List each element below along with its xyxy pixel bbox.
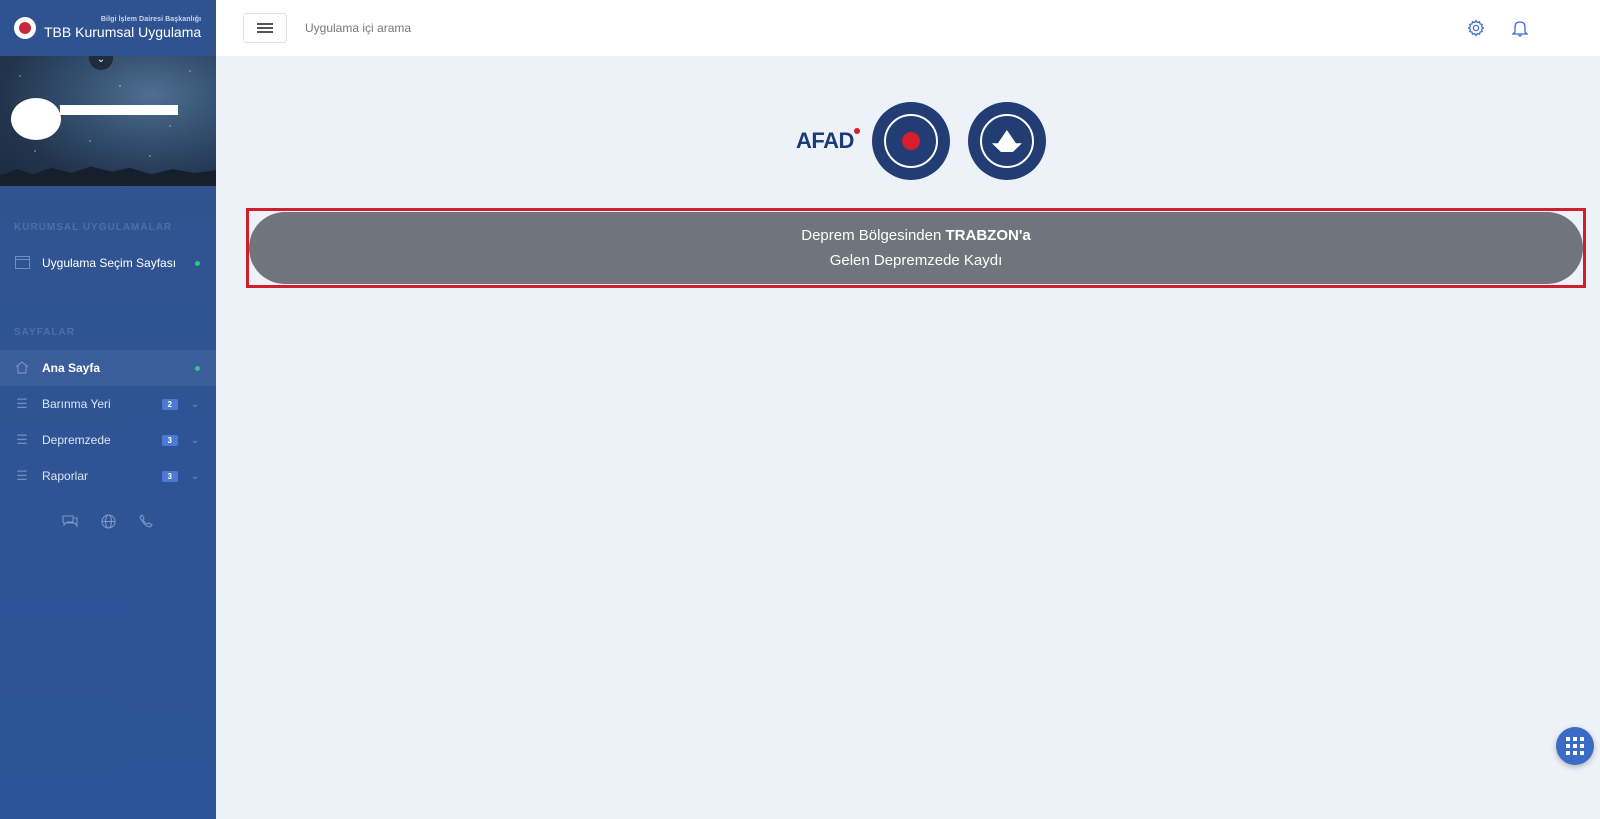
flag-icon	[901, 132, 920, 150]
banner-line1-bold: TRABZON'a	[945, 227, 1031, 244]
count-badge: 3	[161, 434, 178, 446]
top-header	[216, 0, 1600, 56]
tbb-logo-icon	[14, 17, 36, 39]
banner-line1-prefix: Deprem Bölgesinden	[801, 227, 946, 244]
chevron-down-icon: ⌄	[190, 434, 200, 446]
section-title-kurumsal: KURUMSAL UYGULAMALAR	[14, 222, 173, 233]
menu-toggle-button[interactable]	[243, 13, 287, 43]
count-badge: 2	[161, 398, 178, 410]
count-badge: 3	[161, 470, 178, 482]
settings-icon[interactable]	[1466, 18, 1486, 38]
depremzede-kayit-button[interactable]: Deprem Bölgesinden TRABZON'a Gelen Depre…	[249, 212, 1583, 284]
bell-icon[interactable]	[1510, 18, 1530, 38]
sidebar-item-ana-sayfa[interactable]: Ana Sayfa	[0, 350, 216, 386]
partner-logos: AFAD	[796, 102, 1046, 180]
user-name-redacted	[60, 105, 178, 115]
chevron-down-icon: ⌄	[190, 398, 200, 410]
sidebar: Bilgi İşlem Dairesi Başkanlığı TBB Kurum…	[0, 0, 216, 819]
sidebar-item-label: Uygulama Seçim Sayfası	[42, 256, 177, 270]
ship-icon	[991, 130, 1022, 152]
trabzon-valiligi-seal	[871, 102, 950, 180]
sidebar-item-label: Barınma Yeri	[42, 397, 111, 411]
menu-icon: ☰	[16, 432, 28, 447]
brand-subtitle: Bilgi İşlem Dairesi Başkanlığı	[100, 16, 202, 23]
sidebar-item-raporlar[interactable]: ☰ Raporlar 3 ⌄	[0, 458, 216, 494]
window-icon	[14, 256, 30, 270]
status-dot	[195, 365, 200, 371]
status-dot	[195, 260, 200, 266]
sidebar-item-label: Raporlar	[42, 469, 89, 483]
sidebar-item-barinma-yeri[interactable]: ☰ Barınma Yeri 2 ⌄	[0, 386, 216, 422]
globe-icon[interactable]	[100, 514, 116, 530]
menu-icon: ☰	[16, 468, 28, 483]
brand-title: TBB Kurumsal Uygulama	[44, 24, 202, 40]
banner-line2: Gelen Depremzede Kaydı	[829, 252, 1003, 269]
sidebar-item-uygulama-secim[interactable]: Uygulama Seçim Sayfası	[0, 245, 216, 281]
hamburger-icon	[257, 23, 273, 33]
avatar[interactable]	[11, 98, 61, 140]
search-input[interactable]	[305, 21, 605, 35]
afad-logo: AFAD	[796, 128, 860, 154]
chat-icon[interactable]	[62, 514, 78, 530]
highlighted-banner: Deprem Bölgesinden TRABZON'a Gelen Depre…	[246, 208, 1586, 288]
home-icon	[14, 361, 30, 375]
menu-icon: ☰	[16, 396, 28, 411]
sidebar-item-label: Depremzede	[42, 433, 111, 447]
phone-icon[interactable]	[138, 514, 154, 530]
profile-panel: ⌄	[0, 56, 216, 186]
section-title-sayfalar: SAYFALAR	[14, 327, 75, 338]
trabzon-buyuksehir-seal	[967, 102, 1046, 180]
sidebar-item-label: Ana Sayfa	[42, 361, 101, 375]
brand[interactable]: Bilgi İşlem Dairesi Başkanlığı TBB Kurum…	[0, 0, 216, 56]
quick-links	[0, 514, 216, 530]
apps-grid-button[interactable]	[1556, 727, 1594, 765]
chevron-down-icon: ⌄	[190, 470, 200, 482]
sidebar-item-depremzede[interactable]: ☰ Depremzede 3 ⌄	[0, 422, 216, 458]
